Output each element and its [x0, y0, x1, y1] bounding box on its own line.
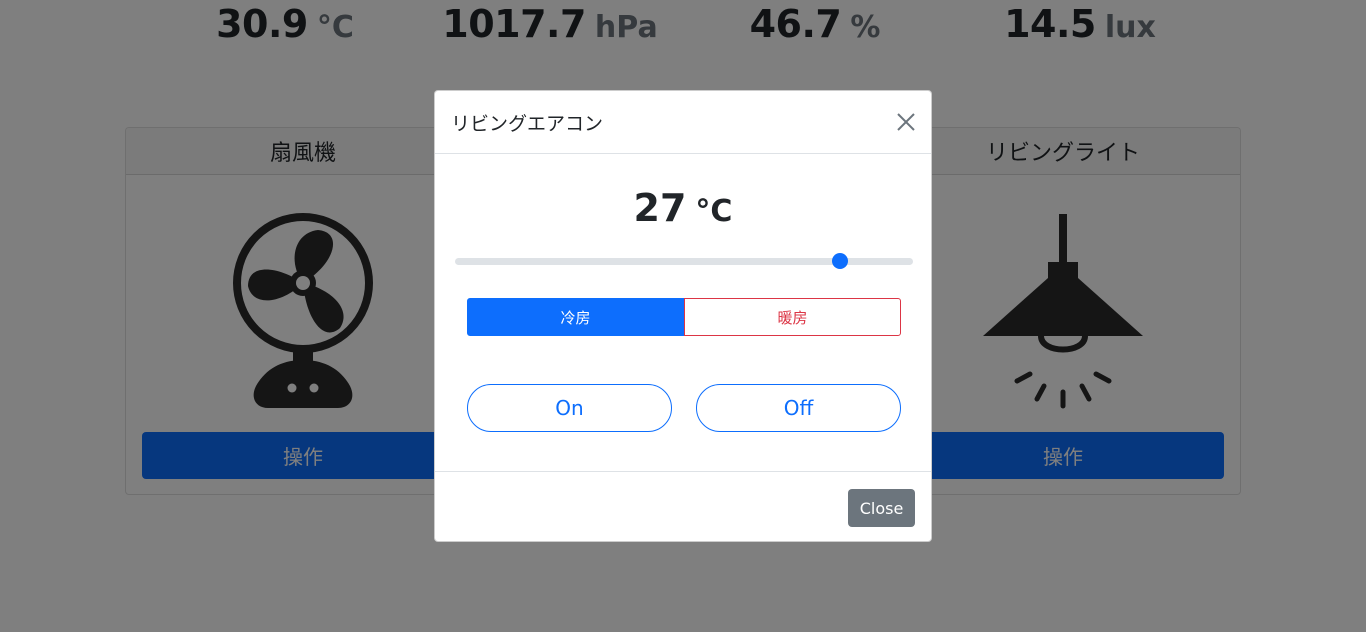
temperature-display: 27 °C [435, 186, 931, 230]
power-off-button[interactable]: Off [696, 384, 901, 432]
temperature-unit: °C [695, 194, 733, 229]
modal-header: リビングエアコン [435, 91, 931, 154]
modal-footer: Close [435, 471, 931, 543]
modal-title: リビングエアコン [451, 112, 604, 135]
close-icon[interactable] [893, 109, 919, 135]
temperature-slider-thumb[interactable] [831, 253, 848, 269]
close-button[interactable]: Close [848, 489, 915, 527]
temperature-value: 27 [633, 186, 687, 230]
mode-heat-button[interactable]: 暖房 [684, 298, 901, 336]
power-on-button[interactable]: On [467, 384, 672, 432]
mode-cool-button[interactable]: 冷房 [467, 298, 684, 336]
mode-toggle-group: 冷房 暖房 [467, 298, 901, 336]
aircon-modal: リビングエアコン 27 °C 冷房 暖房 On Off Close [434, 90, 932, 542]
